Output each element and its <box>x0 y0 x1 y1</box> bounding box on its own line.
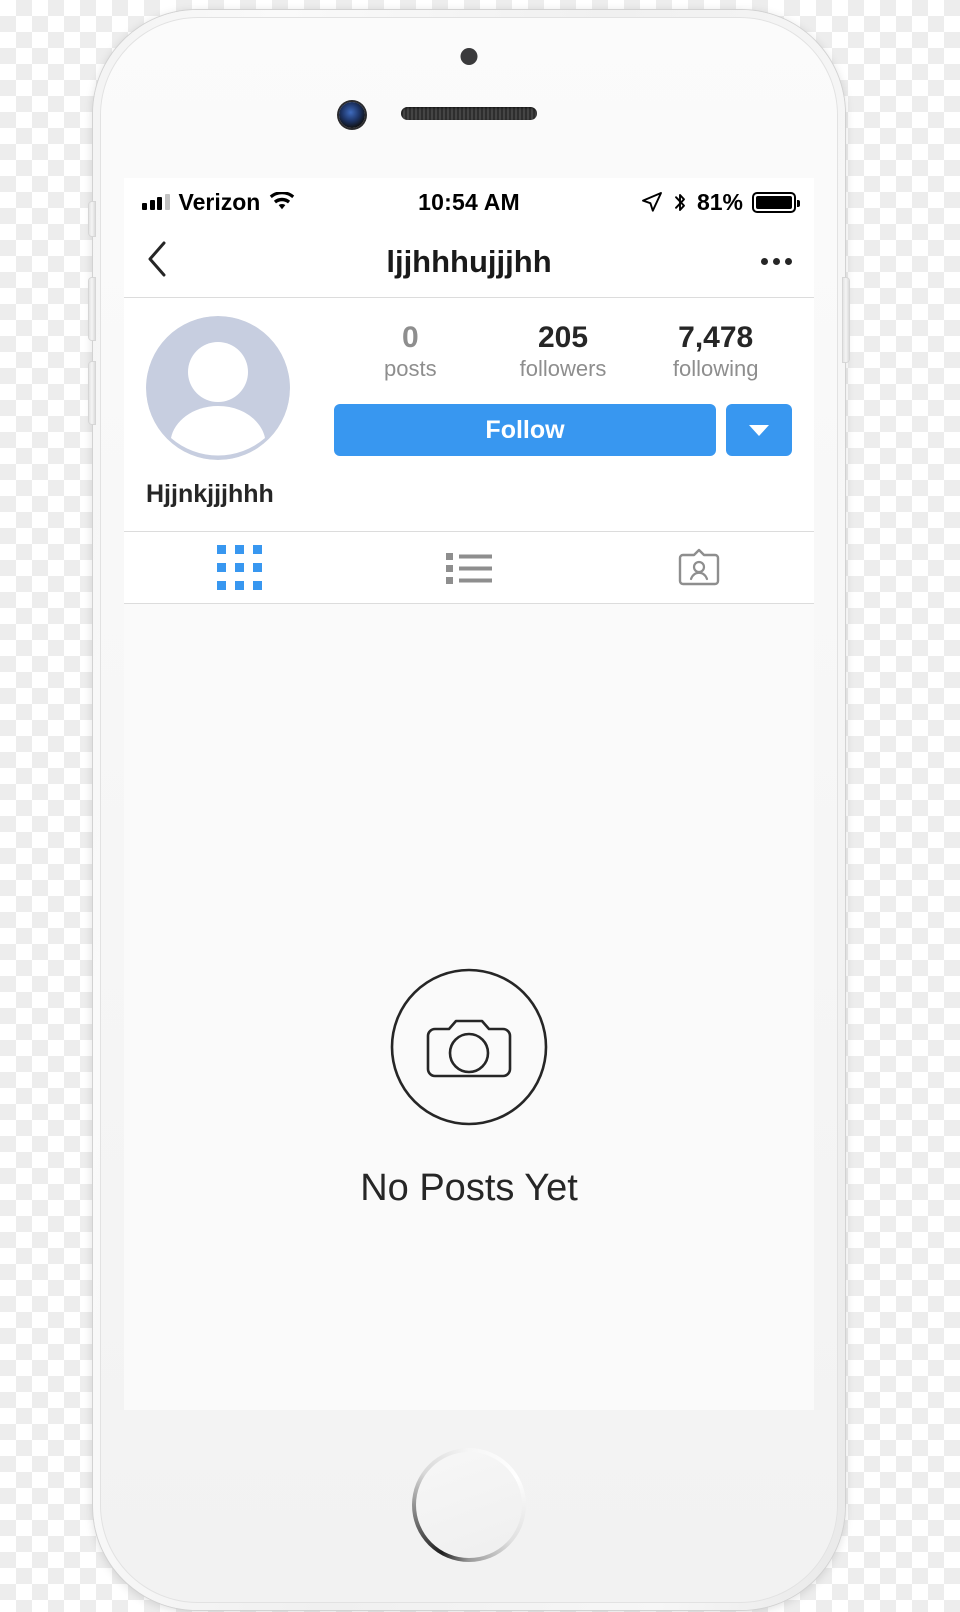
grid-view-icon <box>216 545 262 590</box>
avatar[interactable] <box>146 316 290 460</box>
page-title: ljjhhhujjjhh <box>386 243 552 279</box>
proximity-sensor-icon <box>460 48 478 65</box>
silent-switch[interactable] <box>89 202 95 236</box>
chevron-down-icon <box>749 424 769 436</box>
empty-state: No Posts Yet <box>124 604 814 1410</box>
earpiece-speaker <box>401 107 537 120</box>
posts-label: posts <box>384 356 437 382</box>
tab-tagged-photos[interactable] <box>584 532 814 603</box>
location-arrow-icon <box>642 192 662 212</box>
stat-posts[interactable]: 0 posts <box>334 321 487 382</box>
home-button[interactable] <box>412 1448 526 1562</box>
tagged-photos-icon <box>678 548 720 585</box>
more-options-button[interactable] <box>752 258 792 265</box>
profile-full-name: Hjjnkjjjhhh <box>146 480 274 508</box>
following-label: following <box>672 356 759 382</box>
profile-tab-bar <box>124 532 814 604</box>
stat-followers[interactable]: 205 followers <box>487 321 640 382</box>
profile-header: 0 posts 205 followers 7,478 following Fo… <box>124 298 814 532</box>
wifi-icon <box>270 192 295 210</box>
volume-down-button[interactable] <box>89 362 95 424</box>
phone-screen: Verizon 10:54 AM 81% ljjhhhujjjhh 0 post… <box>124 178 814 1410</box>
stat-following[interactable]: 7,478 following <box>639 321 792 382</box>
profile-stats: 0 posts 205 followers 7,478 following <box>334 321 792 382</box>
battery-full-icon <box>752 191 801 213</box>
profile-options-dropdown-button[interactable] <box>726 404 792 457</box>
follow-button[interactable]: Follow <box>334 404 716 457</box>
power-button[interactable] <box>843 278 849 362</box>
default-avatar-icon <box>146 316 290 460</box>
chevron-left-icon <box>148 241 166 277</box>
iphone-device-frame: Verizon 10:54 AM 81% ljjhhhujjjhh 0 post… <box>89 10 849 1610</box>
battery-percent-label: 81% <box>696 188 744 215</box>
posts-count: 0 <box>401 321 419 354</box>
tab-list-view[interactable] <box>354 532 584 603</box>
navigation-bar: ljjhhhujjjhh <box>124 226 814 298</box>
followers-count: 205 <box>537 321 589 354</box>
clock-label: 10:54 AM <box>418 188 520 215</box>
carrier-label: Verizon <box>178 188 261 215</box>
volume-up-button[interactable] <box>89 278 95 340</box>
back-button[interactable] <box>146 240 186 283</box>
empty-state-title: No Posts Yet <box>360 1166 578 1209</box>
cellular-bars-icon <box>142 194 170 210</box>
bluetooth-icon <box>675 193 685 211</box>
followers-label: followers <box>519 356 607 382</box>
following-count: 7,478 <box>678 321 754 354</box>
front-camera-icon <box>339 102 365 128</box>
camera-circle-icon <box>390 968 548 1125</box>
status-bar: Verizon 10:54 AM 81% <box>124 178 814 226</box>
list-view-icon <box>446 552 492 584</box>
tab-grid-view[interactable] <box>124 532 354 603</box>
